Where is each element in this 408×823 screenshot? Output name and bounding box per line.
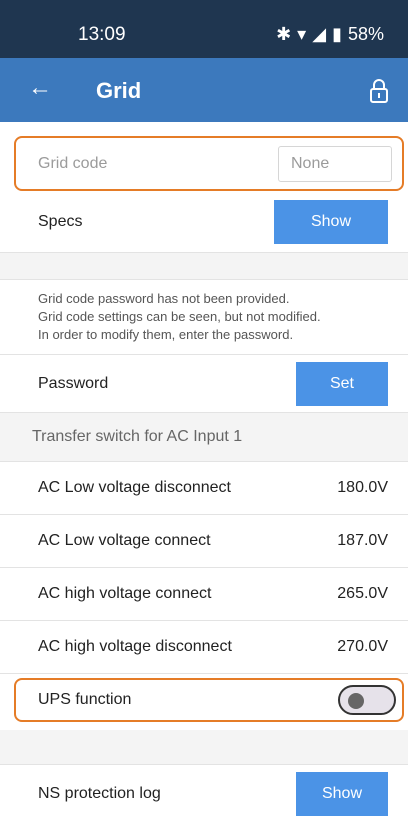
specs-label: Specs xyxy=(38,212,83,230)
bluetooth-icon: ✱ xyxy=(276,24,292,44)
section-gap xyxy=(0,730,408,765)
setting-row[interactable]: AC high voltage connect 265.0V xyxy=(0,568,408,621)
grid-code-input[interactable]: None xyxy=(278,145,392,182)
ups-function-row: UPS function xyxy=(14,678,404,722)
setting-row[interactable]: AC Low voltage connect 187.0V xyxy=(0,515,408,568)
status-icons: ✱ ▾ ◢ ▮ 58% xyxy=(276,24,384,45)
setting-value: 265.0V xyxy=(337,585,388,602)
password-info-line: Grid code settings can be seen, but not … xyxy=(38,309,321,324)
signal-icon: ◢ xyxy=(312,24,327,44)
setting-value: 187.0V xyxy=(337,532,388,549)
app-bar: ← Grid xyxy=(0,58,408,122)
password-set-button[interactable]: Set xyxy=(296,361,388,406)
battery-percent: 58% xyxy=(347,24,384,44)
setting-label: AC high voltage disconnect xyxy=(38,638,232,655)
password-info-line: Grid code password has not been provided… xyxy=(38,291,290,306)
content: Grid code None Specs Show Grid code pass… xyxy=(0,122,408,823)
page-title: Grid xyxy=(96,78,142,103)
ns-log-row: NS protection log Show xyxy=(0,765,408,823)
status-time: 13:09 xyxy=(78,24,126,45)
password-info: Grid code password has not been provided… xyxy=(0,280,408,355)
setting-value: 180.0V xyxy=(337,479,388,496)
grid-code-row: Grid code None xyxy=(14,136,404,191)
specs-row: Specs Show xyxy=(0,191,408,253)
ups-function-label: UPS function xyxy=(38,691,132,708)
status-bar: 13:09 ✱ ▾ ◢ ▮ 58% xyxy=(0,0,408,58)
password-row: Password Set xyxy=(0,355,408,413)
grid-code-label: Grid code xyxy=(38,154,108,172)
transfer-switch-header: Transfer switch for AC Input 1 xyxy=(0,413,408,462)
setting-value: 270.0V xyxy=(337,638,388,655)
setting-label: AC Low voltage disconnect xyxy=(38,479,231,496)
setting-row[interactable]: AC high voltage disconnect 270.0V xyxy=(0,621,408,674)
ups-function-toggle[interactable] xyxy=(338,685,396,715)
section-gap xyxy=(0,253,408,280)
specs-show-button[interactable]: Show xyxy=(274,199,388,244)
battery-icon: ▮ xyxy=(332,24,342,44)
setting-label: AC high voltage connect xyxy=(38,585,212,602)
lock-icon[interactable] xyxy=(368,78,390,104)
back-arrow-icon[interactable]: ← xyxy=(28,76,52,100)
password-label: Password xyxy=(38,374,109,392)
ns-log-show-button[interactable]: Show xyxy=(296,772,388,816)
password-info-line: In order to modify them, enter the passw… xyxy=(38,327,294,342)
toggle-knob xyxy=(348,693,364,709)
ns-log-label: NS protection log xyxy=(38,785,161,802)
setting-row[interactable]: AC Low voltage disconnect 180.0V xyxy=(0,462,408,515)
wifi-icon: ▾ xyxy=(297,24,307,44)
setting-label: AC Low voltage connect xyxy=(38,532,211,549)
